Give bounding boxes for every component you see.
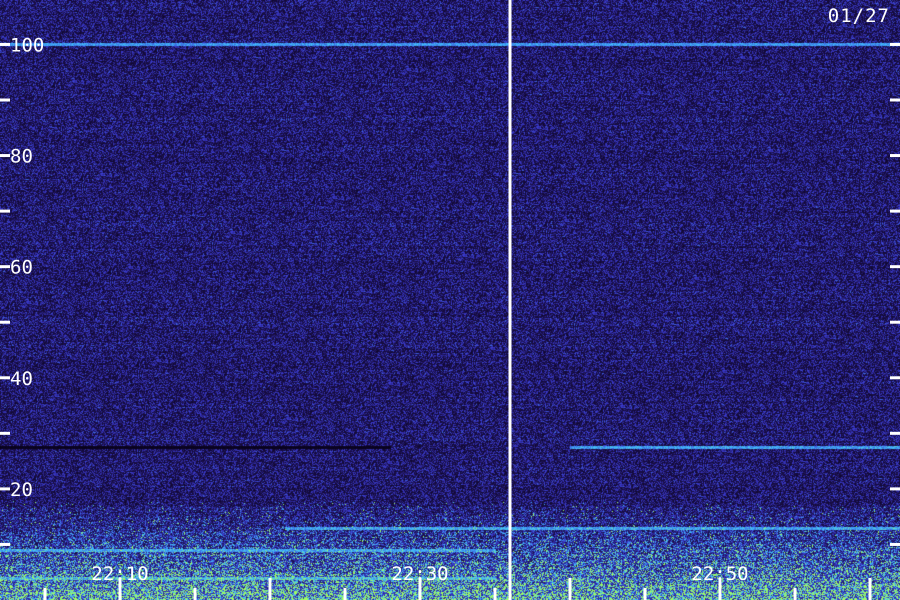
y-tick-label: 100 (10, 34, 44, 56)
x-tick-label: 22:30 (391, 563, 448, 585)
y-tick-label: 80 (10, 146, 33, 168)
x-tick-label: 22:50 (691, 563, 748, 585)
y-tick-label: 40 (10, 368, 33, 390)
x-tick-label: 22:10 (91, 563, 148, 585)
date-label: 01/27 (827, 5, 890, 27)
y-tick-label: 20 (10, 479, 33, 501)
axes-overlay: 20 40 60 80 100 22:10 22:30 22:50 (0, 0, 900, 600)
y-tick-label: 60 (10, 257, 33, 279)
spectrogram-chart: 20 40 60 80 100 22:10 22:30 22:50 01/27 (0, 0, 900, 600)
